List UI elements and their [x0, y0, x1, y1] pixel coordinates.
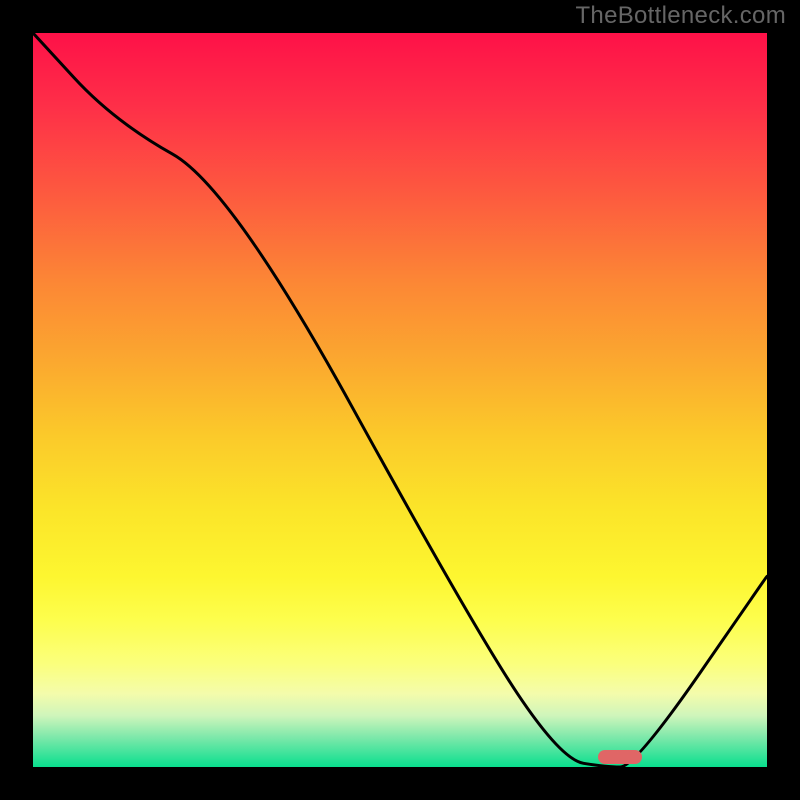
watermark-text: TheBottleneck.com [575, 2, 786, 30]
chart-frame: TheBottleneck.com [0, 0, 800, 800]
bottleneck-curve [33, 33, 767, 767]
optimal-marker [598, 750, 642, 764]
curve-path [33, 33, 767, 767]
plot-area [33, 33, 767, 767]
